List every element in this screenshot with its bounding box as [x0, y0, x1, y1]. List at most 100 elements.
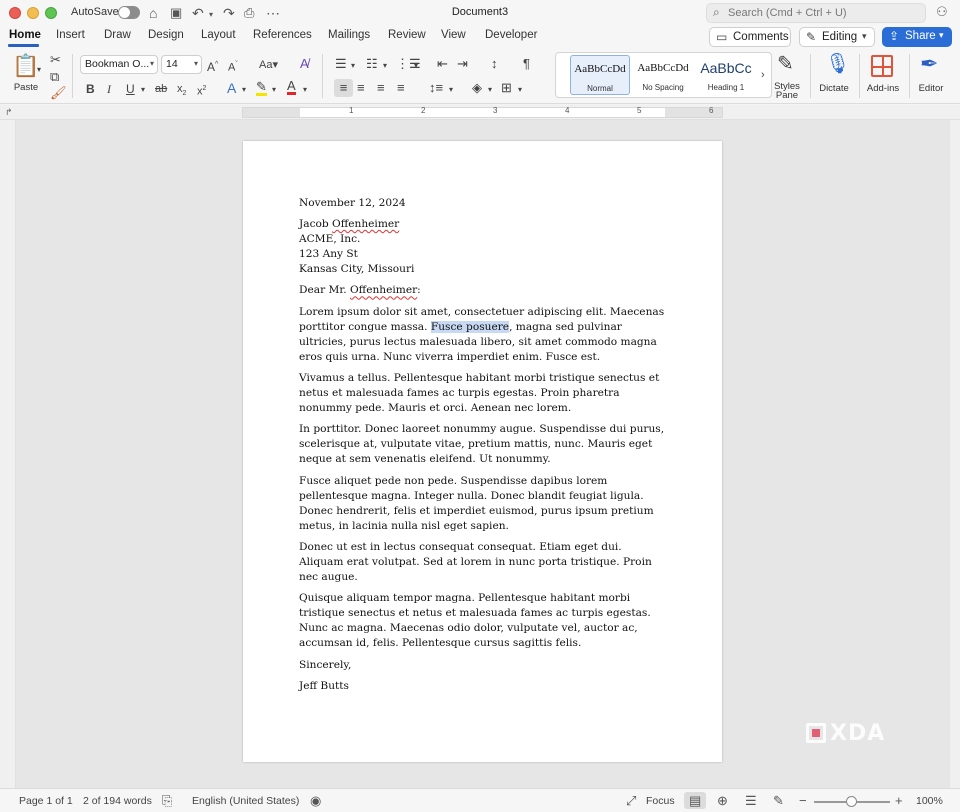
tab-insert[interactable]: Insert [56, 29, 85, 41]
align-left-icon[interactable]: ≡ [334, 79, 353, 97]
home-icon[interactable]: ⌂ [149, 4, 157, 22]
tab-home[interactable]: Home [9, 29, 41, 41]
add-ins-label[interactable]: Add-ins [863, 83, 903, 94]
justify-icon[interactable]: ≡ [397, 80, 405, 96]
zoom-slider-thumb[interactable] [846, 796, 857, 807]
dictate-label[interactable]: Dictate [814, 83, 854, 94]
minimize-window-button[interactable] [27, 7, 39, 19]
focus-label[interactable]: Focus [646, 795, 675, 807]
outline-view-icon[interactable]: ☰ [745, 793, 757, 809]
font-color-dropdown-chevron-icon[interactable]: ▾ [303, 82, 307, 98]
font-size-select[interactable]: 14 ▾ [161, 55, 202, 74]
styles-pane-label[interactable]: Styles Pane [768, 82, 806, 101]
word-count[interactable]: 2 of 194 words [83, 795, 152, 807]
sort-icon[interactable]: ↕ [491, 56, 498, 72]
multilevel-dropdown-chevron-icon[interactable]: ▾ [414, 58, 418, 74]
vertical-scrollbar[interactable] [950, 120, 960, 788]
add-ins-icon[interactable] [871, 55, 893, 77]
tab-review[interactable]: Review [388, 29, 426, 41]
horizontal-ruler[interactable]: 1 2 3 4 5 6 [242, 106, 723, 118]
font-color-icon[interactable]: A [287, 79, 296, 95]
focus-icon[interactable]: ⤢ [626, 793, 636, 809]
clear-formatting-icon[interactable]: A̸ [300, 56, 309, 72]
increase-indent-icon[interactable]: ⇥ [457, 56, 468, 72]
zoom-out-icon[interactable]: − [799, 793, 807, 808]
bullets-dropdown-chevron-icon[interactable]: ▾ [351, 58, 355, 74]
numbering-dropdown-chevron-icon[interactable]: ▾ [383, 58, 387, 74]
bullets-icon[interactable]: ☰ [335, 56, 347, 72]
cut-icon[interactable]: ✂ [50, 52, 61, 68]
chevron-right-icon[interactable]: › [761, 67, 765, 83]
tab-mailings[interactable]: Mailings [328, 29, 370, 41]
proofing-icon[interactable]: ⎘ [162, 793, 172, 809]
borders-icon[interactable]: ⊞ [501, 80, 512, 96]
change-case-icon[interactable]: Aa▾ [259, 57, 278, 73]
search-box[interactable]: ⌕ Search (Cmd + Ctrl + U) [706, 3, 926, 23]
close-window-button[interactable] [9, 7, 21, 19]
draft-view-icon[interactable]: ✎ [773, 793, 784, 809]
subscript-icon[interactable]: x2 [177, 81, 186, 102]
share-button[interactable]: ⇪ Share ▾ [882, 27, 952, 47]
shading-icon[interactable]: ◈ [472, 80, 482, 96]
numbering-icon[interactable]: ☷ [366, 56, 378, 72]
tab-stop-selector-icon[interactable]: ↱ [5, 107, 13, 118]
underline-dropdown-chevron-icon[interactable]: ▾ [141, 82, 145, 98]
show-formatting-marks-icon[interactable]: ¶ [523, 56, 530, 72]
font-name-select[interactable]: Bookman O... ▾ [80, 55, 158, 74]
style-no-spacing[interactable]: AaBbCcDd No Spacing [633, 55, 693, 95]
format-painter-icon[interactable]: 🖌 [50, 85, 67, 101]
superscript-icon[interactable]: x2 [197, 81, 206, 100]
text-effects-dropdown-chevron-icon[interactable]: ▾ [242, 82, 246, 98]
editor-label[interactable]: Editor [912, 83, 950, 94]
save-icon[interactable]: ▣ [170, 4, 182, 22]
comments-button[interactable]: ▭ Comments [709, 27, 791, 47]
editing-mode-button[interactable]: ✎ Editing ▾ [799, 27, 875, 47]
line-spacing-dropdown-chevron-icon[interactable]: ▾ [449, 82, 453, 98]
strikethrough-icon[interactable]: ab [155, 81, 167, 97]
web-layout-icon[interactable]: ⊕ [717, 793, 728, 809]
accessibility-icon[interactable]: ◉ [310, 793, 321, 809]
collaborators-icon[interactable]: ⚇ [936, 4, 948, 20]
zoom-in-icon[interactable]: + [895, 793, 903, 808]
paste-icon[interactable]: 📋 [12, 54, 39, 78]
more-options-icon[interactable]: ⋯ [266, 4, 280, 22]
italic-icon[interactable]: I [107, 81, 111, 97]
underline-icon[interactable]: U [126, 81, 135, 97]
styles-pane-icon[interactable]: ✎ [777, 53, 794, 75]
shrink-font-icon[interactable]: Aˇ [228, 57, 238, 76]
align-right-icon[interactable]: ≡ [377, 80, 385, 96]
copy-icon[interactable]: ⧉ [50, 69, 59, 85]
tab-layout[interactable]: Layout [201, 29, 236, 41]
document-body[interactable]: November 12, 2024 Jacob Offenheimer ACME… [299, 196, 669, 700]
undo-icon[interactable]: ↶ [192, 4, 204, 22]
tab-view[interactable]: View [441, 29, 466, 41]
undo-dropdown-chevron-icon[interactable]: ▾ [209, 6, 213, 24]
text-effects-icon[interactable]: A [227, 80, 236, 96]
highlight-dropdown-chevron-icon[interactable]: ▾ [272, 82, 276, 98]
print-layout-icon[interactable]: ▤ [689, 793, 701, 809]
highlight-icon[interactable]: ✎ [256, 80, 267, 96]
print-icon[interactable]: ⎙ [244, 4, 254, 22]
page-count[interactable]: Page 1 of 1 [19, 795, 73, 807]
document-page[interactable]: November 12, 2024 Jacob Offenheimer ACME… [243, 141, 722, 762]
tab-draw[interactable]: Draw [104, 29, 131, 41]
language[interactable]: English (United States) [192, 795, 299, 807]
tab-design[interactable]: Design [148, 29, 184, 41]
line-spacing-icon[interactable]: ↕≡ [429, 80, 443, 96]
redo-icon[interactable]: ↷ [223, 4, 235, 22]
microphone-icon[interactable]: 🎙 [825, 52, 850, 76]
shading-dropdown-chevron-icon[interactable]: ▾ [488, 82, 492, 98]
tab-references[interactable]: References [253, 29, 312, 41]
autosave-toggle[interactable] [118, 6, 140, 19]
paste-dropdown-chevron-icon[interactable]: ▾ [37, 62, 41, 78]
borders-dropdown-chevron-icon[interactable]: ▾ [518, 82, 522, 98]
bold-icon[interactable]: B [86, 81, 95, 97]
zoom-window-button[interactable] [45, 7, 57, 19]
decrease-indent-icon[interactable]: ⇤ [437, 56, 448, 72]
style-normal[interactable]: AaBbCcDd Normal [570, 55, 630, 95]
editor-icon[interactable]: ✒ [920, 52, 938, 76]
grow-font-icon[interactable]: A^ [207, 57, 218, 75]
style-heading-1[interactable]: AaBbCc Heading 1 [696, 55, 756, 95]
zoom-level[interactable]: 100% [916, 795, 943, 807]
align-center-icon[interactable]: ≡ [357, 80, 365, 96]
